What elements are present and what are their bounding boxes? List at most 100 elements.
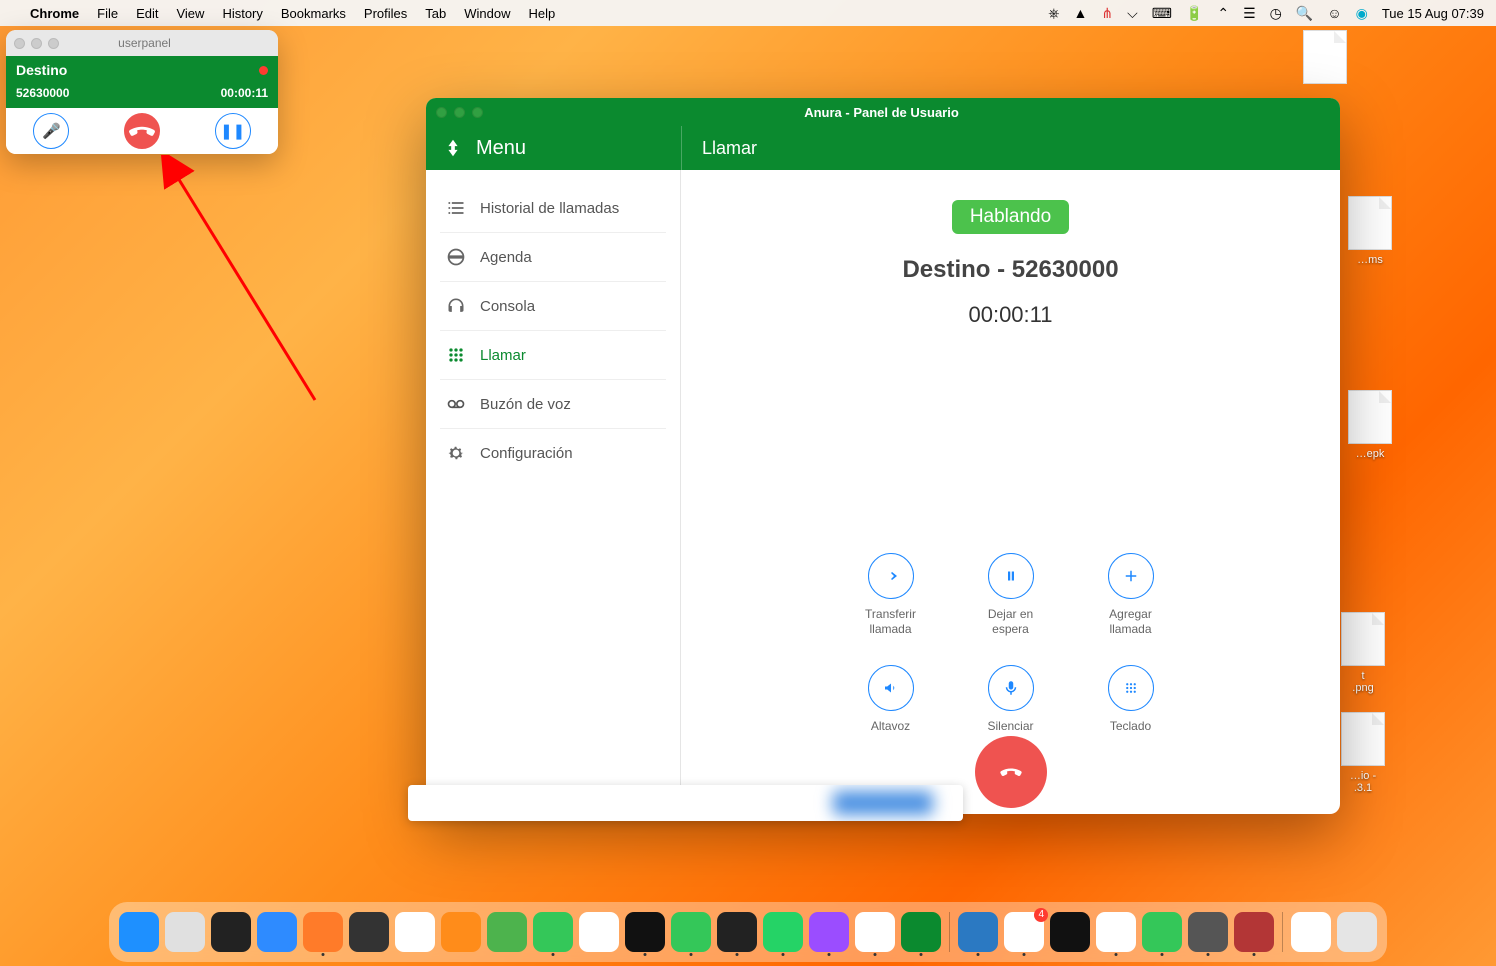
bluetooth-icon[interactable]: ⌵ [1127,5,1138,22]
dock-vscode[interactable] [958,912,998,952]
call-action-arrow[interactable]: Transferir llamada [865,553,916,637]
desktop-file[interactable]: …ms [1335,196,1405,266]
running-indicator-icon [1115,953,1118,956]
dock-chrome[interactable] [1096,912,1136,952]
sidebar-item-voicemail[interactable]: Buzón de voz [440,380,666,429]
running-indicator-icon [552,953,555,956]
dock-photos[interactable] [579,912,619,952]
macos-menubar: Chrome File Edit View History Bookmarks … [0,0,1496,26]
file-icon [1341,612,1385,666]
menu-file[interactable]: File [97,6,118,21]
dock-grid[interactable] [395,912,435,952]
dock-whatsapp[interactable] [763,912,803,952]
menu-tab[interactable]: Tab [425,6,446,21]
dock-books[interactable] [441,912,481,952]
clock-icon[interactable]: ◷ [1270,5,1282,22]
sidebar-item-dialpad[interactable]: Llamar [440,331,666,380]
tray-icon-2[interactable]: ⋔ [1101,5,1113,22]
mini-hangup-button[interactable] [124,113,160,149]
control-center-icon[interactable]: ☰ [1243,5,1256,22]
dock-activity[interactable] [1050,912,1090,952]
app-close-icon[interactable] [436,107,447,118]
mini-close-icon[interactable] [14,38,25,49]
dock-eclipse[interactable] [1234,912,1274,952]
spotlight-icon[interactable]: 🔍 [1296,5,1313,22]
dock-messages[interactable] [533,912,573,952]
running-indicator-icon [977,953,980,956]
sidebar-item-globe[interactable]: Agenda [440,233,666,282]
siri-icon[interactable]: ◉ [1356,5,1368,22]
call-action-mic[interactable]: Silenciar [987,665,1033,734]
phone-hangup-icon [125,114,159,148]
list-icon [446,198,466,218]
speaker-icon [882,679,900,697]
dock-firefox[interactable] [303,912,343,952]
dock-notion[interactable] [1188,912,1228,952]
pause-icon: ❚❚ [220,122,245,140]
docker-icon[interactable]: ⎈ [1048,5,1059,22]
menu-edit[interactable]: Edit [136,6,158,21]
menu-view[interactable]: View [176,6,204,21]
dock-safari[interactable] [257,912,297,952]
call-action-speaker[interactable]: Altavoz [868,665,914,734]
dock-trash[interactable] [1337,912,1377,952]
desktop-file[interactable]: …epk [1335,390,1405,460]
call-action-keypad[interactable]: Teclado [1108,665,1154,734]
mini-titlebar[interactable]: userpanel [6,30,278,56]
app-minimize-icon[interactable] [454,107,465,118]
sidebar: Historial de llamadasAgenda Consola Llamar… [426,170,681,814]
menu-profiles[interactable]: Profiles [364,6,407,21]
globe-icon [446,247,466,267]
menubar-clock[interactable]: Tue 15 Aug 07:39 [1382,6,1484,21]
menubar-app-name[interactable]: Chrome [30,6,79,21]
dock-mission-control[interactable] [349,912,389,952]
app-window-title: Anura - Panel de Usuario [483,105,1280,120]
dock-finder[interactable] [119,912,159,952]
dock-monday[interactable] [855,912,895,952]
desktop-file[interactable] [1290,30,1360,88]
file-label: …epk [1335,448,1405,460]
tray-icon-1[interactable]: ▲ [1073,5,1087,21]
dock-anura[interactable] [901,912,941,952]
call-action-label: Transferir llamada [865,607,916,637]
dock-siri[interactable] [211,912,251,952]
mini-phone-number: 52630000 [16,86,69,100]
mini-hold-button[interactable]: ❚❚ [215,113,251,149]
sidebar-item-label: Consola [480,298,535,315]
dock-podcasts[interactable] [809,912,849,952]
app-zoom-icon[interactable] [472,107,483,118]
blurred-overlay [408,785,963,821]
menu-bookmarks[interactable]: Bookmarks [281,6,346,21]
sidebar-item-headphones[interactable]: Consola [440,282,666,331]
wifi-icon[interactable]: ⌃ [1217,5,1229,22]
menu-history[interactable]: History [222,6,262,21]
call-action-label: Teclado [1110,719,1151,734]
mini-mute-button[interactable]: 🎤 [33,113,69,149]
dock-chat[interactable] [1142,912,1182,952]
dialpad-icon [446,345,466,365]
dock-slack[interactable] [1004,912,1044,952]
file-icon [1348,390,1392,444]
user-icon[interactable]: ☺ [1327,5,1341,21]
sidebar-item-list[interactable]: Historial de llamadas [440,184,666,233]
call-action-pause[interactable]: Dejar en espera [988,553,1034,637]
dock-textedit[interactable] [1291,912,1331,952]
dock-maps[interactable] [487,912,527,952]
dock-facetime[interactable] [671,912,711,952]
hangup-button[interactable] [975,736,1047,808]
menu-help[interactable]: Help [529,6,556,21]
app-titlebar[interactable]: Anura - Panel de Usuario [426,98,1340,126]
keyboard-icon[interactable]: ⌨ [1152,5,1172,22]
mini-minimize-icon[interactable] [31,38,42,49]
file-label: …ms [1335,254,1405,266]
dock-terminal[interactable] [717,912,757,952]
keypad-icon [1122,679,1140,697]
dock-tv[interactable] [625,912,665,952]
menu-window[interactable]: Window [464,6,510,21]
call-action-plus[interactable]: Agregar llamada [1108,553,1154,637]
headphones-icon [446,296,466,316]
battery-icon[interactable]: 🔋 [1186,5,1203,22]
sidebar-item-gear[interactable]: Configuración [440,429,666,477]
dock-launchpad[interactable] [165,912,205,952]
mini-zoom-icon[interactable] [48,38,59,49]
